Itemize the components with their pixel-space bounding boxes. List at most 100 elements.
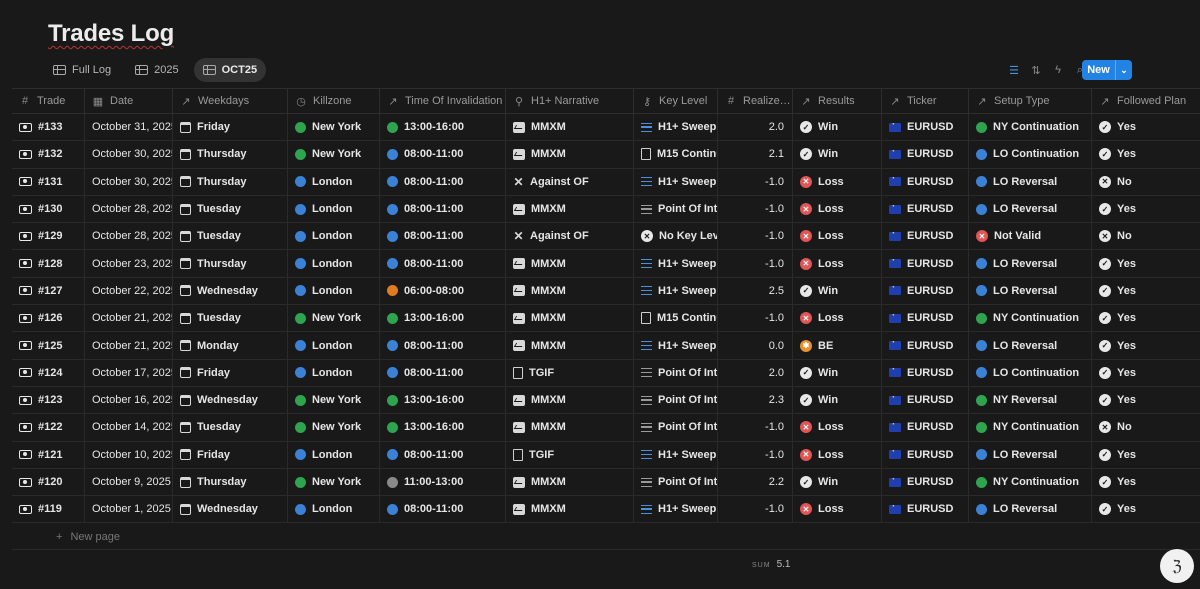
result-cell[interactable]: ✓ Win <box>793 359 882 386</box>
killzone-cell[interactable]: New York <box>288 305 380 332</box>
result-cell[interactable]: ✕ Loss <box>793 168 882 195</box>
ticker-cell[interactable]: EURUSD <box>882 168 969 195</box>
key-level-cell[interactable]: H1+ Sweep (Hi <box>634 332 718 359</box>
key-level-cell[interactable]: H1+ Sweep (Hi <box>634 114 718 141</box>
killzone-cell[interactable]: London <box>288 277 380 305</box>
realized-cell[interactable]: 2.1 <box>718 141 793 168</box>
table-row[interactable]: #123 October 16, 2025 Wednesday New York 13:… <box>12 386 1200 415</box>
followed-plan-cell[interactable]: ✓ Yes <box>1092 196 1200 222</box>
followed-plan-cell[interactable]: ✓ Yes <box>1092 360 1200 386</box>
ticker-cell[interactable]: EURUSD <box>882 114 969 141</box>
narrative-cell[interactable]: MMXM <box>506 114 634 141</box>
column-header-4[interactable]: ↗ Time Of Invalidation <box>380 89 506 113</box>
weekday-cell[interactable]: Tuesday <box>173 195 288 223</box>
key-level-cell[interactable]: Point Of Intere <box>634 414 718 441</box>
trade-cell[interactable]: #124 <box>12 359 85 386</box>
result-cell[interactable]: ✓ Win <box>793 141 882 168</box>
narrative-cell[interactable]: MMXM <box>506 386 634 414</box>
key-level-cell[interactable]: Point Of Intere <box>634 386 718 414</box>
time-cell[interactable]: 08:00-11:00 <box>380 223 506 250</box>
followed-plan-cell[interactable]: ✓ Yes <box>1092 332 1200 358</box>
date-cell[interactable]: October 30, 2025 <box>85 141 173 168</box>
date-cell[interactable]: October 10, 2025 <box>85 441 173 468</box>
date-cell[interactable]: October 21, 2025 <box>85 305 173 332</box>
column-header-9[interactable]: ↗ Ticker <box>882 89 969 113</box>
weekday-cell[interactable]: Thursday <box>173 250 288 277</box>
killzone-cell[interactable]: London <box>288 332 380 359</box>
realized-cell[interactable]: 2.0 <box>718 359 793 386</box>
column-header-2[interactable]: ↗ Weekdays <box>173 89 288 113</box>
new-page-button[interactable]: + New page <box>56 531 120 543</box>
date-cell[interactable]: October 22, 2025 <box>85 277 173 305</box>
table-row[interactable]: #133 October 31, 2025 Friday New York 13:00-… <box>12 114 1200 142</box>
trade-cell[interactable]: #128 <box>12 250 85 277</box>
ticker-cell[interactable]: EURUSD <box>882 250 969 277</box>
table-row[interactable]: #124 October 17, 2025 Friday London 08:00-11… <box>12 359 1200 387</box>
time-cell[interactable]: 08:00-11:00 <box>380 496 506 523</box>
realized-cell[interactable]: -1.0 <box>718 305 793 332</box>
followed-plan-cell[interactable]: ✓ Yes <box>1092 442 1200 468</box>
killzone-cell[interactable]: New York <box>288 141 380 168</box>
killzone-cell[interactable]: London <box>288 223 380 250</box>
date-cell[interactable]: October 14, 2025 <box>85 414 173 441</box>
killzone-cell[interactable]: New York <box>288 468 380 496</box>
time-cell[interactable]: 08:00-11:00 <box>380 141 506 168</box>
ticker-cell[interactable]: EURUSD <box>882 277 969 305</box>
weekday-cell[interactable]: Tuesday <box>173 223 288 250</box>
key-level-cell[interactable]: H1+ Sweep (Hi <box>634 441 718 468</box>
realized-cell[interactable]: 2.2 <box>718 468 793 496</box>
setup-cell[interactable]: LO Reversal <box>969 168 1092 195</box>
weekday-cell[interactable]: Friday <box>173 359 288 386</box>
table-row[interactable]: #119 October 1, 2025 Wednesday London 08:00-… <box>12 496 1200 524</box>
result-cell[interactable]: ✓ Win <box>793 386 882 414</box>
time-cell[interactable]: 11:00-13:00 <box>380 468 506 496</box>
key-level-cell[interactable]: ✕ No Key Level <box>634 223 718 250</box>
date-cell[interactable]: October 9, 2025 <box>85 468 173 496</box>
followed-plan-cell[interactable]: ✓ Yes <box>1092 141 1200 167</box>
result-cell[interactable]: ✕ Loss <box>793 414 882 441</box>
trade-cell[interactable]: #120 <box>12 468 85 496</box>
key-level-cell[interactable]: H1+ Sweep (Hi <box>634 496 718 523</box>
weekday-cell[interactable]: Tuesday <box>173 305 288 332</box>
key-level-cell[interactable]: H1+ Sweep (Hi <box>634 277 718 305</box>
killzone-cell[interactable]: New York <box>288 114 380 141</box>
table-row[interactable]: #127 October 22, 2025 Wednesday London 06:00… <box>12 277 1200 306</box>
ticker-cell[interactable]: EURUSD <box>882 141 969 168</box>
followed-plan-cell[interactable]: ✕ No <box>1092 169 1200 195</box>
followed-plan-cell[interactable]: ✓ Yes <box>1092 250 1200 276</box>
trade-cell[interactable]: #121 <box>12 441 85 468</box>
narrative-cell[interactable]: ✕ Against OF <box>506 168 634 195</box>
column-header-6[interactable]: ⚷ Key Level <box>634 89 718 113</box>
killzone-cell[interactable]: New York <box>288 386 380 414</box>
followed-plan-cell[interactable]: ✓ Yes <box>1092 278 1200 304</box>
column-header-8[interactable]: ↗ Results <box>793 89 882 113</box>
filter-icon[interactable]: ☰ <box>1006 61 1022 79</box>
table-row[interactable]: #125 October 21, 2025 Monday London 08:00-11… <box>12 332 1200 360</box>
setup-cell[interactable]: LO Reversal <box>969 496 1092 523</box>
killzone-cell[interactable]: London <box>288 195 380 223</box>
realized-cell[interactable]: -1.0 <box>718 414 793 441</box>
date-cell[interactable]: October 23, 2025 <box>85 250 173 277</box>
key-level-cell[interactable]: Point Of Intere <box>634 468 718 496</box>
date-cell[interactable]: October 17, 2025 <box>85 359 173 386</box>
narrative-cell[interactable]: MMXM <box>506 195 634 223</box>
automation-icon[interactable]: ϟ <box>1050 61 1066 79</box>
column-header-5[interactable]: ⚲ H1+ Narrative <box>506 89 634 113</box>
column-header-7[interactable]: # Realize… <box>718 89 793 113</box>
trade-cell[interactable]: #130 <box>12 195 85 223</box>
ticker-cell[interactable]: EURUSD <box>882 305 969 332</box>
narrative-cell[interactable]: MMXM <box>506 141 634 168</box>
date-cell[interactable]: October 1, 2025 <box>85 496 173 523</box>
ticker-cell[interactable]: EURUSD <box>882 441 969 468</box>
key-level-cell[interactable]: H1+ Sweep (Hi <box>634 168 718 195</box>
followed-plan-cell[interactable]: ✓ Yes <box>1092 114 1200 140</box>
weekday-cell[interactable]: Friday <box>173 114 288 141</box>
ticker-cell[interactable]: EURUSD <box>882 386 969 414</box>
time-cell[interactable]: 08:00-11:00 <box>380 332 506 359</box>
result-cell[interactable]: ✕ Loss <box>793 195 882 223</box>
column-header-11[interactable]: ↗ Followed Plan <box>1092 89 1200 113</box>
date-cell[interactable]: October 16, 2025 <box>85 386 173 414</box>
setup-cell[interactable]: NY Continuation <box>969 468 1092 496</box>
result-cell[interactable]: ✓ Win <box>793 468 882 496</box>
table-row[interactable]: #131 October 30, 2025 Thursday London 08:00-… <box>12 168 1200 196</box>
